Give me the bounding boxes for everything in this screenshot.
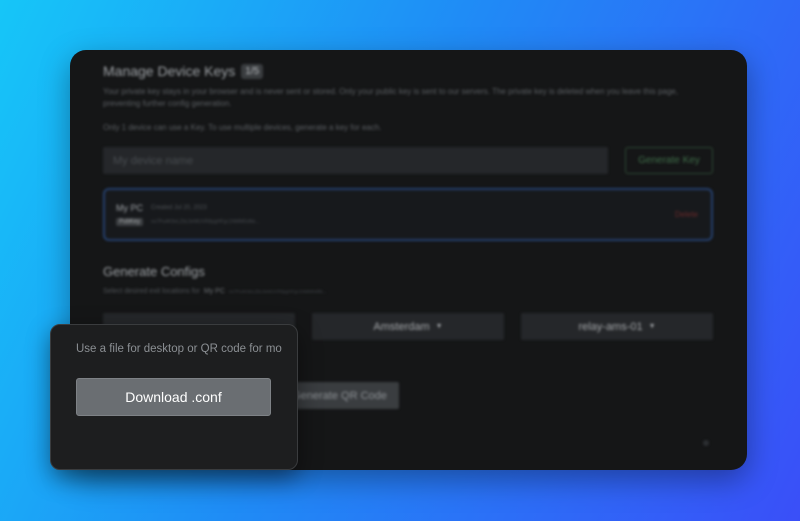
keys-title: Manage Device Keys xyxy=(103,63,236,79)
device-name: My PC xyxy=(116,203,143,213)
device-card[interactable]: My PC Created Jul 20, 2023 PubKey nx7Pu4… xyxy=(103,188,713,241)
status-dot xyxy=(703,440,709,446)
caret-down-icon: ▼ xyxy=(648,323,656,330)
download-conf-button[interactable]: Download .conf xyxy=(76,378,271,416)
city-select[interactable]: Amsterdam ▼ xyxy=(312,313,504,340)
configs-key-ref: nx7Pu4K9eLZbL0eMUVR8pgHFgc1NMM0sfkk... xyxy=(228,289,327,294)
pubkey-tag: PubKey xyxy=(116,218,144,226)
configs-device-ref: My PC xyxy=(203,288,225,295)
limit-note: Only 1 device can use a Key. To use mult… xyxy=(103,123,382,132)
popup-description: Use a file for desktop or QR code for mo xyxy=(76,343,282,355)
key-count-badge: 1/5 xyxy=(241,63,264,79)
server-select[interactable]: relay-ams-01 ▼ xyxy=(521,313,713,340)
city-select-value: Amsterdam xyxy=(373,320,430,333)
delete-device-link[interactable]: Delete xyxy=(675,210,698,219)
pubkey-value: nx7Pu4K9eLZbL0eMUVR8pgHFgc1NMM0sfkk... xyxy=(151,219,260,225)
caret-down-icon: ▼ xyxy=(435,323,443,330)
configs-subtitle-row: Select desired exit locations for My PC … xyxy=(103,288,326,295)
keys-heading: Manage Device Keys 1/5 xyxy=(103,63,264,79)
server-select-value: relay-ams-01 xyxy=(578,320,643,333)
configs-subtitle: Select desired exit locations for xyxy=(103,288,200,295)
privacy-note: Your private key stays in your browser a… xyxy=(103,87,678,108)
device-name-input[interactable] xyxy=(103,147,608,174)
configs-title: Generate Configs xyxy=(103,264,205,279)
device-created-date: Created Jul 20, 2023 xyxy=(151,205,207,211)
download-popup: Use a file for desktop or QR code for mo… xyxy=(50,324,298,470)
generate-key-button[interactable]: Generate Key xyxy=(625,147,713,174)
